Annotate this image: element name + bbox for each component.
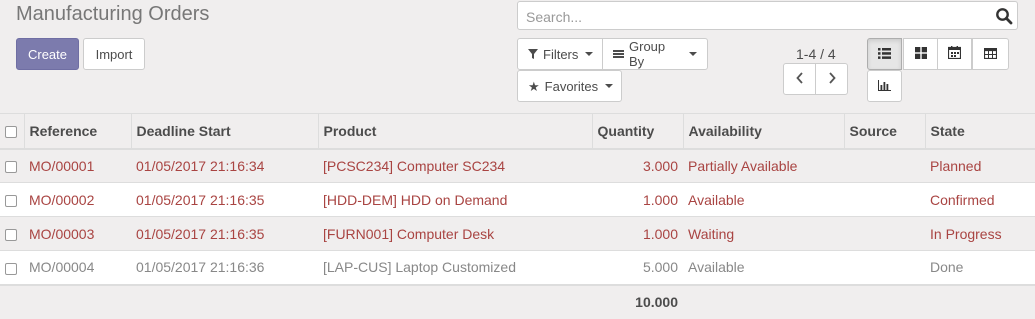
select-all-checkbox[interactable] xyxy=(5,126,17,139)
table-row[interactable]: MO/00004 01/05/2017 21:16:36 [LAP-CUS] L… xyxy=(0,250,1035,285)
table-footer-row: 10.000 xyxy=(0,284,1035,319)
group-by-button[interactable]: Group By xyxy=(602,38,708,70)
cell-reference: MO/00004 xyxy=(29,259,95,276)
caret-down-icon xyxy=(689,52,697,56)
search-input[interactable] xyxy=(524,8,984,26)
table-row[interactable]: MO/00002 01/05/2017 21:16:35 [HDD-DEM] H… xyxy=(0,182,1035,217)
cell-deadline: 01/05/2017 21:16:35 xyxy=(136,191,265,208)
cell-product: [HDD-DEM] HDD on Demand xyxy=(323,191,508,208)
cell-deadline: 01/05/2017 21:16:35 xyxy=(136,225,265,242)
cell-deadline: 01/05/2017 21:16:34 xyxy=(136,157,265,174)
cell-quantity: 3.000 xyxy=(642,157,678,174)
column-header-quantity[interactable]: Quantity xyxy=(591,113,683,149)
list-view-button[interactable] xyxy=(867,38,902,70)
pager-next-button[interactable] xyxy=(815,63,848,95)
cell-product: [LAP-CUS] Laptop Customized xyxy=(323,259,516,276)
column-header-state[interactable]: State xyxy=(924,113,1035,149)
bars-icon xyxy=(613,47,624,62)
search-bar xyxy=(517,1,1018,30)
cell-availability: Available xyxy=(688,259,745,276)
table-header-row: Reference Deadline Start Product Quantit… xyxy=(0,113,1035,149)
cell-quantity: 5.000 xyxy=(642,259,678,276)
row-select-cell xyxy=(0,251,24,285)
caret-down-icon xyxy=(605,84,614,88)
cell-quantity: 1.000 xyxy=(642,191,678,208)
select-all-cell xyxy=(0,114,24,149)
row-checkbox[interactable] xyxy=(5,262,17,275)
cell-state: Done xyxy=(930,259,964,276)
calendar-view-button[interactable] xyxy=(937,38,972,70)
column-header-availability[interactable]: Availability xyxy=(682,113,844,149)
cell-product: [PCSC234] Computer SC234 xyxy=(323,157,506,174)
column-header-deadline[interactable]: Deadline Start xyxy=(130,113,318,149)
favorites-button[interactable]: ★ Favorites xyxy=(517,70,622,102)
column-header-source[interactable]: Source xyxy=(843,113,925,149)
cell-reference: MO/00002 xyxy=(29,191,95,208)
row-checkbox[interactable] xyxy=(5,194,17,207)
cell-state: Planned xyxy=(930,157,982,174)
cell-source xyxy=(844,149,925,183)
row-select-cell xyxy=(0,183,24,217)
filter-icon xyxy=(528,47,538,62)
cell-deadline: 01/05/2017 21:16:36 xyxy=(136,259,265,276)
favorites-label: Favorites xyxy=(544,78,599,94)
manufacturing-orders-table: Reference Deadline Start Product Quantit… xyxy=(0,113,1035,319)
column-header-product[interactable]: Product xyxy=(317,113,592,149)
cell-availability: Waiting xyxy=(688,225,735,242)
graph-view-button[interactable] xyxy=(867,70,902,102)
cell-availability: Partially Available xyxy=(688,157,798,174)
pager-previous-button[interactable] xyxy=(783,63,816,95)
cell-source xyxy=(844,183,925,217)
cell-quantity: 1.000 xyxy=(642,225,678,242)
cell-product: [FURN001] Computer Desk xyxy=(323,225,495,242)
th-large-icon xyxy=(914,46,927,62)
column-header-reference[interactable]: Reference xyxy=(23,113,131,149)
chevron-right-icon xyxy=(828,71,836,87)
cell-availability: Available xyxy=(688,191,745,208)
row-checkbox[interactable] xyxy=(5,161,17,174)
filters-label: Filters xyxy=(543,46,579,62)
row-select-cell xyxy=(0,149,24,183)
filters-button[interactable]: Filters xyxy=(517,38,603,70)
cell-state: In Progress xyxy=(930,225,1002,242)
total-quantity: 10.000 xyxy=(635,294,678,310)
pager-value[interactable]: 1-4 / 4 xyxy=(796,46,836,62)
cell-state: Confirmed xyxy=(930,191,995,208)
row-select-cell xyxy=(0,217,24,251)
group-by-label: Group By xyxy=(629,39,666,69)
star-icon: ★ xyxy=(528,78,540,94)
cell-source xyxy=(844,217,925,251)
table-icon xyxy=(983,46,998,62)
page-title: Manufacturing Orders xyxy=(16,3,210,25)
list-icon xyxy=(878,46,891,62)
search-icon[interactable] xyxy=(995,7,1013,25)
caret-down-icon xyxy=(585,52,594,56)
control-panel: Manufacturing Orders Create Import Filte… xyxy=(0,0,1035,113)
table-row[interactable]: MO/00003 01/05/2017 21:16:35 [FURN001] C… xyxy=(0,216,1035,251)
bar-chart-icon xyxy=(878,78,891,94)
pivot-view-button[interactable] xyxy=(972,38,1009,70)
kanban-view-button[interactable] xyxy=(903,38,938,70)
create-button[interactable]: Create xyxy=(16,38,79,70)
chevron-left-icon xyxy=(795,71,804,87)
table-row[interactable]: MO/00001 01/05/2017 21:16:34 [PCSC234] C… xyxy=(0,148,1035,183)
calendar-icon xyxy=(947,46,962,62)
cell-reference: MO/00001 xyxy=(29,157,95,174)
import-button[interactable]: Import xyxy=(83,38,145,70)
row-checkbox[interactable] xyxy=(5,228,17,241)
cell-reference: MO/00003 xyxy=(29,225,95,242)
cell-source xyxy=(844,251,925,285)
